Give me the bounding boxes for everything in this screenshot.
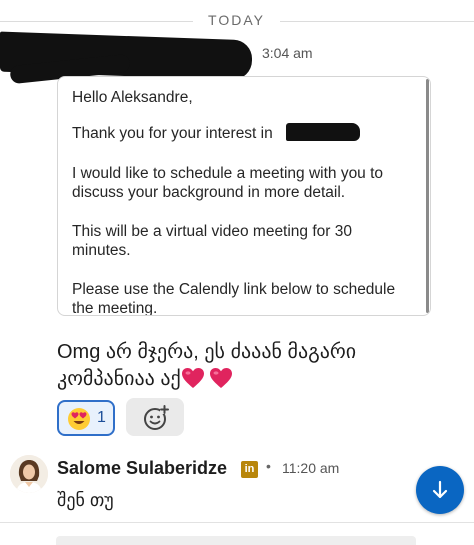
reaction-count: 1 xyxy=(97,409,106,426)
redacted-company-name xyxy=(286,123,360,141)
card-line-thanks: Thank you for your interest in xyxy=(72,125,273,142)
heart-icon xyxy=(210,368,232,388)
reply-line-2: კომპანიაა აქ xyxy=(57,368,181,390)
linkedin-premium-icon: in xyxy=(241,461,258,478)
card-line-virtual-2: minutes. xyxy=(72,242,131,259)
heart-icon xyxy=(182,368,204,388)
add-reaction-button[interactable] xyxy=(126,398,184,436)
date-divider-label: TODAY xyxy=(208,12,265,28)
date-divider: TODAY xyxy=(0,11,474,31)
avatar[interactable] xyxy=(10,455,48,493)
card-scrollbar[interactable] xyxy=(426,79,429,313)
card-line-schedule-1: I would like to schedule a meeting with … xyxy=(72,165,384,182)
card-line-schedule-2: discuss your background in more detail. xyxy=(72,184,346,201)
card-line-calendly-2: the meeting. xyxy=(72,300,158,316)
composer-divider xyxy=(0,522,474,523)
card-line-calendly-1: Please use the Calendly link below to sc… xyxy=(72,281,396,298)
sender-name[interactable]: Salome Sulaberidze xyxy=(57,458,227,479)
scroll-to-bottom-button[interactable] xyxy=(416,466,464,514)
composer-input[interactable] xyxy=(56,536,416,545)
reply-line-1: Omg არ მჯერა, ეს ძააან მაგარი xyxy=(57,341,357,363)
message-card[interactable]: Hello Aleksandre, Thank you for your int… xyxy=(57,76,431,316)
divider-line-right xyxy=(280,21,474,22)
card-line-virtual-1: This will be a virtual video meeting for… xyxy=(72,223,352,240)
divider-line-left xyxy=(0,21,193,22)
separator-dot: • xyxy=(266,458,271,474)
add-emoji-icon xyxy=(144,405,169,430)
card-line-greeting: Hello Aleksandre, xyxy=(72,89,193,106)
reaction-heart-eyes[interactable]: 1 xyxy=(57,400,115,436)
message-1-time: 3:04 am xyxy=(262,45,313,61)
profile-photo xyxy=(10,455,48,493)
message-2-time: 11:20 am xyxy=(282,460,340,476)
arrow-down-icon xyxy=(432,480,448,499)
heart-eyes-emoji-icon xyxy=(68,408,90,430)
chat-view: TODAY 3:04 am Hello Aleksandre, Thank yo… xyxy=(0,0,474,545)
message-2-text: შენ თუ xyxy=(57,490,114,510)
